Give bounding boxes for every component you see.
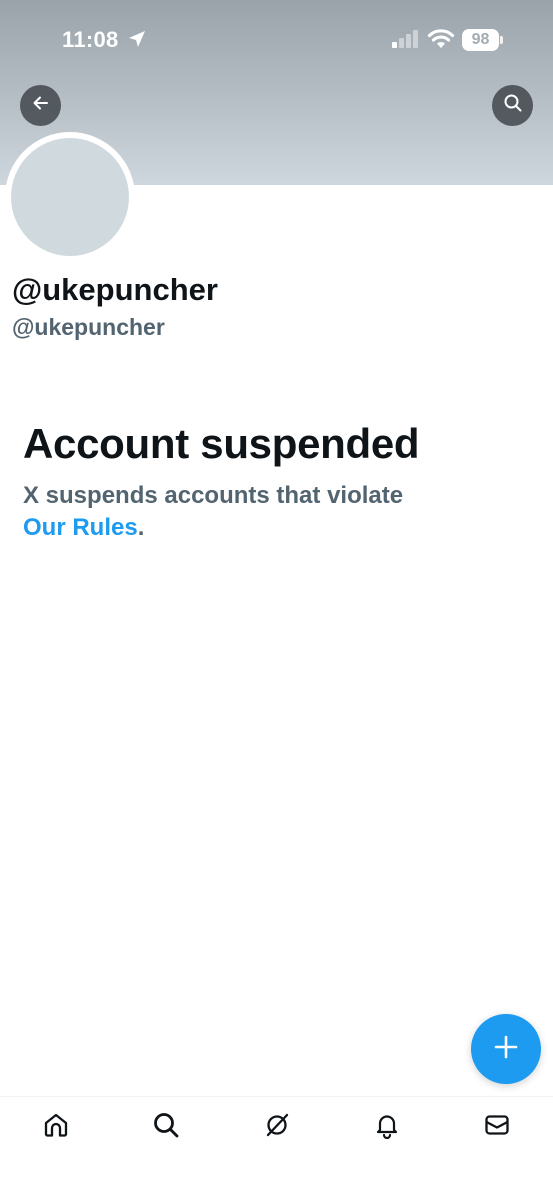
grok-icon <box>263 1111 291 1144</box>
wifi-icon <box>427 28 455 54</box>
status-time: 11:08 <box>62 27 119 52</box>
status-bar: 11:08 98 <box>0 0 553 80</box>
battery-icon: 98 <box>462 29 504 51</box>
suspended-title: Account suspended <box>23 420 420 467</box>
suspended-message: X suspends accounts that violate Our Rul… <box>23 480 523 544</box>
our-rules-link[interactable]: Our Rules <box>23 514 138 541</box>
trailing-period: . <box>137 514 145 541</box>
tab-search[interactable] <box>150 1111 182 1143</box>
tab-grok[interactable] <box>261 1111 293 1143</box>
back-button[interactable] <box>20 85 61 126</box>
battery-level: 98 <box>462 29 499 51</box>
avatar[interactable] <box>5 132 135 262</box>
envelope-icon <box>483 1111 511 1144</box>
plus-icon <box>492 1033 520 1066</box>
search-button[interactable] <box>492 85 533 126</box>
tab-notifications[interactable] <box>371 1111 403 1143</box>
display-name: @ukepuncher <box>12 272 218 307</box>
search-icon <box>503 93 523 118</box>
tab-home[interactable] <box>40 1111 72 1143</box>
user-handle: @ukepuncher <box>12 314 165 340</box>
suspended-message-text: X suspends accounts that violate <box>23 482 404 509</box>
bell-icon <box>373 1111 401 1144</box>
avatar-placeholder <box>11 138 129 256</box>
arrow-left-icon <box>31 93 51 118</box>
compose-button[interactable] <box>471 1014 541 1084</box>
location-arrow-icon <box>127 29 147 54</box>
tab-bar <box>0 1096 553 1200</box>
search-icon <box>152 1111 180 1144</box>
home-icon <box>42 1111 70 1144</box>
tab-messages[interactable] <box>481 1111 513 1143</box>
cellular-signal-icon <box>392 30 420 53</box>
